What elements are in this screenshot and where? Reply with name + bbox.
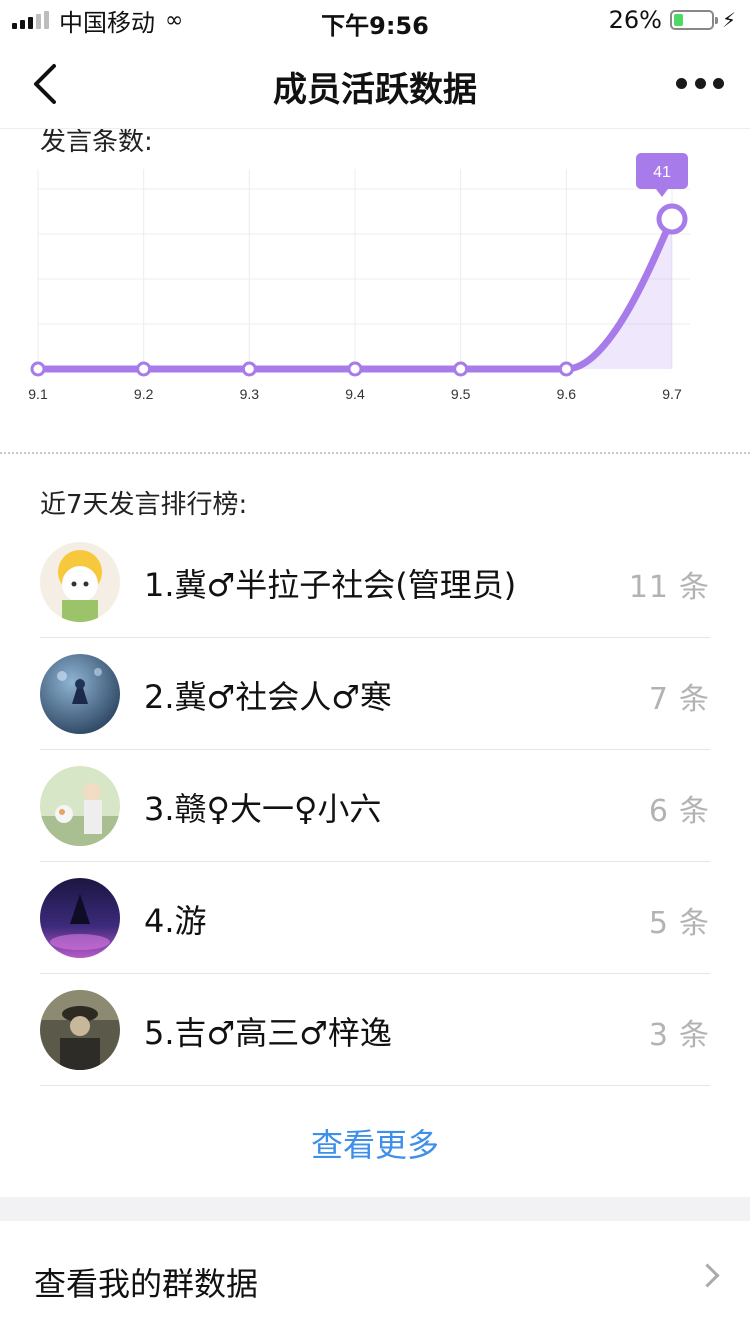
dotted-divider <box>0 452 750 454</box>
list-item[interactable]: 1.冀♂半拉子社会(管理员) 11 条 <box>40 526 710 638</box>
x-tick-label: 9.3 <box>240 386 260 402</box>
x-tick-label: 9.1 <box>28 386 48 402</box>
battery-percent: 26% <box>608 6 662 34</box>
count-unit: 条 <box>679 906 710 941</box>
avatar-image <box>40 542 120 622</box>
avatar[interactable] <box>40 990 120 1070</box>
list-item[interactable]: 5.吉♂高三♂梓逸 3条 <box>40 974 710 1086</box>
data-label: 41 <box>653 164 671 181</box>
nav-bar: 成员活跃数据 <box>0 40 750 129</box>
count-unit: 条 <box>679 794 710 829</box>
charging-icon: ⚡ <box>721 8 736 32</box>
more-dot <box>676 77 687 89</box>
data-point <box>453 361 469 377</box>
data-point <box>136 361 152 377</box>
member-name: 2.冀♂社会人♂寒 <box>144 678 392 716</box>
battery-icon <box>669 10 718 30</box>
count-value: 6 <box>648 794 669 829</box>
more-button[interactable] <box>676 68 724 98</box>
data-point <box>30 361 46 377</box>
page-title: 成员活跃数据 <box>273 70 477 110</box>
message-count: 3条 <box>649 1010 710 1054</box>
avatar-image <box>40 654 120 734</box>
chart-area: 发言条数: 9.1 9.2 9.3 9.4 9.5 9.6 9.7 41 <box>0 129 750 454</box>
status-right: 26% ⚡ <box>609 6 736 34</box>
data-label-pointer <box>656 189 668 197</box>
my-group-data-label: 查看我的群数据 <box>34 1265 259 1303</box>
list-item[interactable]: 3.赣♀大一♀小六 6条 <box>40 750 710 862</box>
avatar[interactable] <box>40 542 120 622</box>
message-count: 7条 <box>649 674 710 718</box>
member-name: 5.吉♂高三♂梓逸 <box>144 1014 392 1052</box>
my-group-data-row[interactable]: 查看我的群数据 <box>0 1221 750 1334</box>
status-bar: 中国移动 ∞ 下午9:56 26% ⚡ <box>0 0 750 40</box>
member-name: 4.游 <box>144 902 207 940</box>
data-point <box>347 361 363 377</box>
count-unit: 条 <box>679 1018 710 1053</box>
list-item[interactable]: 4.游 5条 <box>40 862 710 974</box>
data-point <box>656 203 688 235</box>
ranking-title: 近7天发言排行榜: <box>40 490 248 520</box>
data-point <box>558 361 574 377</box>
x-tick-label: 9.2 <box>134 386 154 402</box>
page: 中国移动 ∞ 下午9:56 26% ⚡ 成员活跃数据 发言条数: 9.1 9.2… <box>0 0 750 1334</box>
count-value: 11 <box>628 570 669 605</box>
x-tick-label: 9.4 <box>345 386 365 402</box>
battery-fill <box>673 14 683 26</box>
message-count: 5条 <box>649 898 710 942</box>
list-item[interactable]: 2.冀♂社会人♂寒 7条 <box>40 638 710 750</box>
more-dot <box>713 77 724 89</box>
line-chart: 9.1 9.2 9.3 9.4 9.5 9.6 9.7 41 <box>28 153 690 402</box>
x-tick-label: 9.6 <box>557 386 577 402</box>
avatar-image <box>40 990 120 1070</box>
member-name: 3.赣♀大一♀小六 <box>144 790 382 828</box>
x-tick-label: 9.5 <box>451 386 471 402</box>
avatar[interactable] <box>40 766 120 846</box>
ranking-list: 1.冀♂半拉子社会(管理员) 11 条 2.冀♂社会人♂寒 7 条 3.赣♀大一… <box>40 526 710 1086</box>
x-tick-label: 9.7 <box>662 386 682 402</box>
count-unit: 条 <box>679 570 710 605</box>
member-name: 1.冀♂半拉子社会(管理员) <box>144 566 517 604</box>
count-value: 5 <box>648 906 669 941</box>
avatar[interactable] <box>40 878 120 958</box>
section-divider <box>0 1197 750 1221</box>
avatar-image <box>40 878 120 958</box>
battery-cap <box>714 17 718 24</box>
avatar[interactable] <box>40 654 120 734</box>
data-point <box>241 361 257 377</box>
chevron-right-icon <box>695 1263 720 1288</box>
count-unit: 条 <box>679 682 710 717</box>
more-dot <box>694 77 706 89</box>
view-more-link[interactable]: 查看更多 <box>0 1120 750 1166</box>
avatar-image <box>40 766 120 846</box>
count-value: 3 <box>648 1018 669 1053</box>
count-value: 7 <box>648 682 669 717</box>
message-count: 6条 <box>649 786 710 830</box>
message-count: 11 条 <box>629 562 710 606</box>
